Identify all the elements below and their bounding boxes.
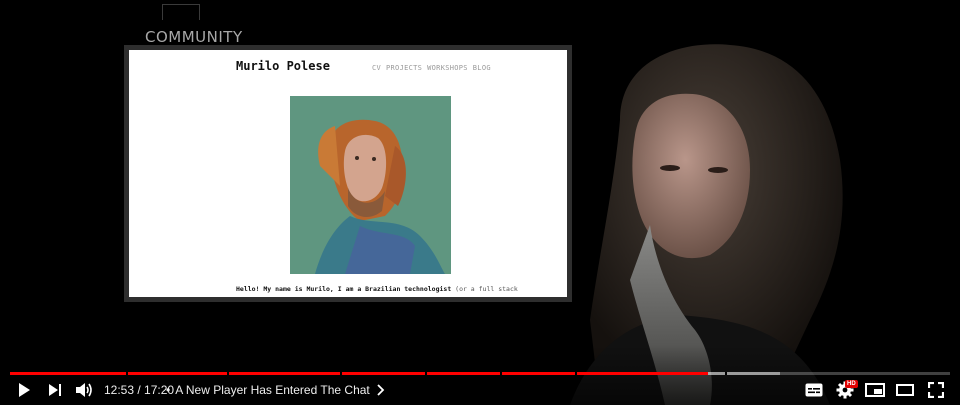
intro-text-bold: Hello! My name is Murilo, I am a Brazili…: [236, 285, 452, 293]
site-nav: CV PROJECTS WORKSHOPS BLOG: [372, 64, 491, 72]
miniplayer-icon: [865, 383, 885, 397]
theater-mode-button[interactable]: [893, 379, 917, 401]
player-controls: 12:53 / 17:20 • A New Player Has Entered…: [0, 375, 960, 405]
nav-link-projects: PROJECTS: [386, 64, 423, 72]
website-page: Murilo Polese CV PROJECTS WORKSHOPS BLOG: [129, 50, 567, 297]
site-title: Murilo Polese: [236, 59, 330, 73]
projected-screen: Murilo Polese CV PROJECTS WORKSHOPS BLOG: [124, 45, 572, 302]
subtitles-button[interactable]: [802, 379, 826, 401]
portrait-image: [290, 96, 451, 274]
fullscreen-icon: [928, 382, 944, 398]
theater-mode-icon: [896, 384, 914, 396]
chevron-right-icon: [377, 384, 385, 396]
community-logo: [162, 4, 200, 20]
settings-button[interactable]: HD: [833, 379, 858, 401]
volume-icon: [76, 383, 92, 397]
next-icon: [49, 384, 61, 396]
hd-badge: HD: [845, 380, 858, 388]
nav-link-workshops: WORKSHOPS: [427, 64, 468, 72]
chapter-title: A New Player Has Entered The Chat: [175, 383, 370, 397]
volume-button[interactable]: [72, 379, 96, 401]
play-icon: [19, 383, 30, 397]
intro-text: Hello! My name is Murilo, I am a Brazili…: [236, 285, 518, 293]
intro-text-rest: (or a full stack: [455, 285, 518, 293]
subtitles-icon: [805, 383, 823, 397]
fullscreen-button[interactable]: [924, 379, 948, 401]
next-button[interactable]: [43, 379, 67, 401]
time-display: 12:53 / 17:20: [104, 383, 175, 397]
chapter-button[interactable]: • A New Player Has Entered The Chat: [166, 383, 386, 397]
miniplayer-button[interactable]: [863, 379, 887, 401]
chapter-separator: •: [166, 383, 171, 397]
community-label: COMMUNITY: [145, 28, 243, 46]
play-button[interactable]: [12, 379, 36, 401]
nav-link-cv: CV: [372, 64, 382, 72]
nav-link-blog: BLOG: [472, 64, 491, 72]
video-frame[interactable]: COMMUNITY Murilo Polese CV PROJECTS WORK…: [0, 0, 960, 405]
